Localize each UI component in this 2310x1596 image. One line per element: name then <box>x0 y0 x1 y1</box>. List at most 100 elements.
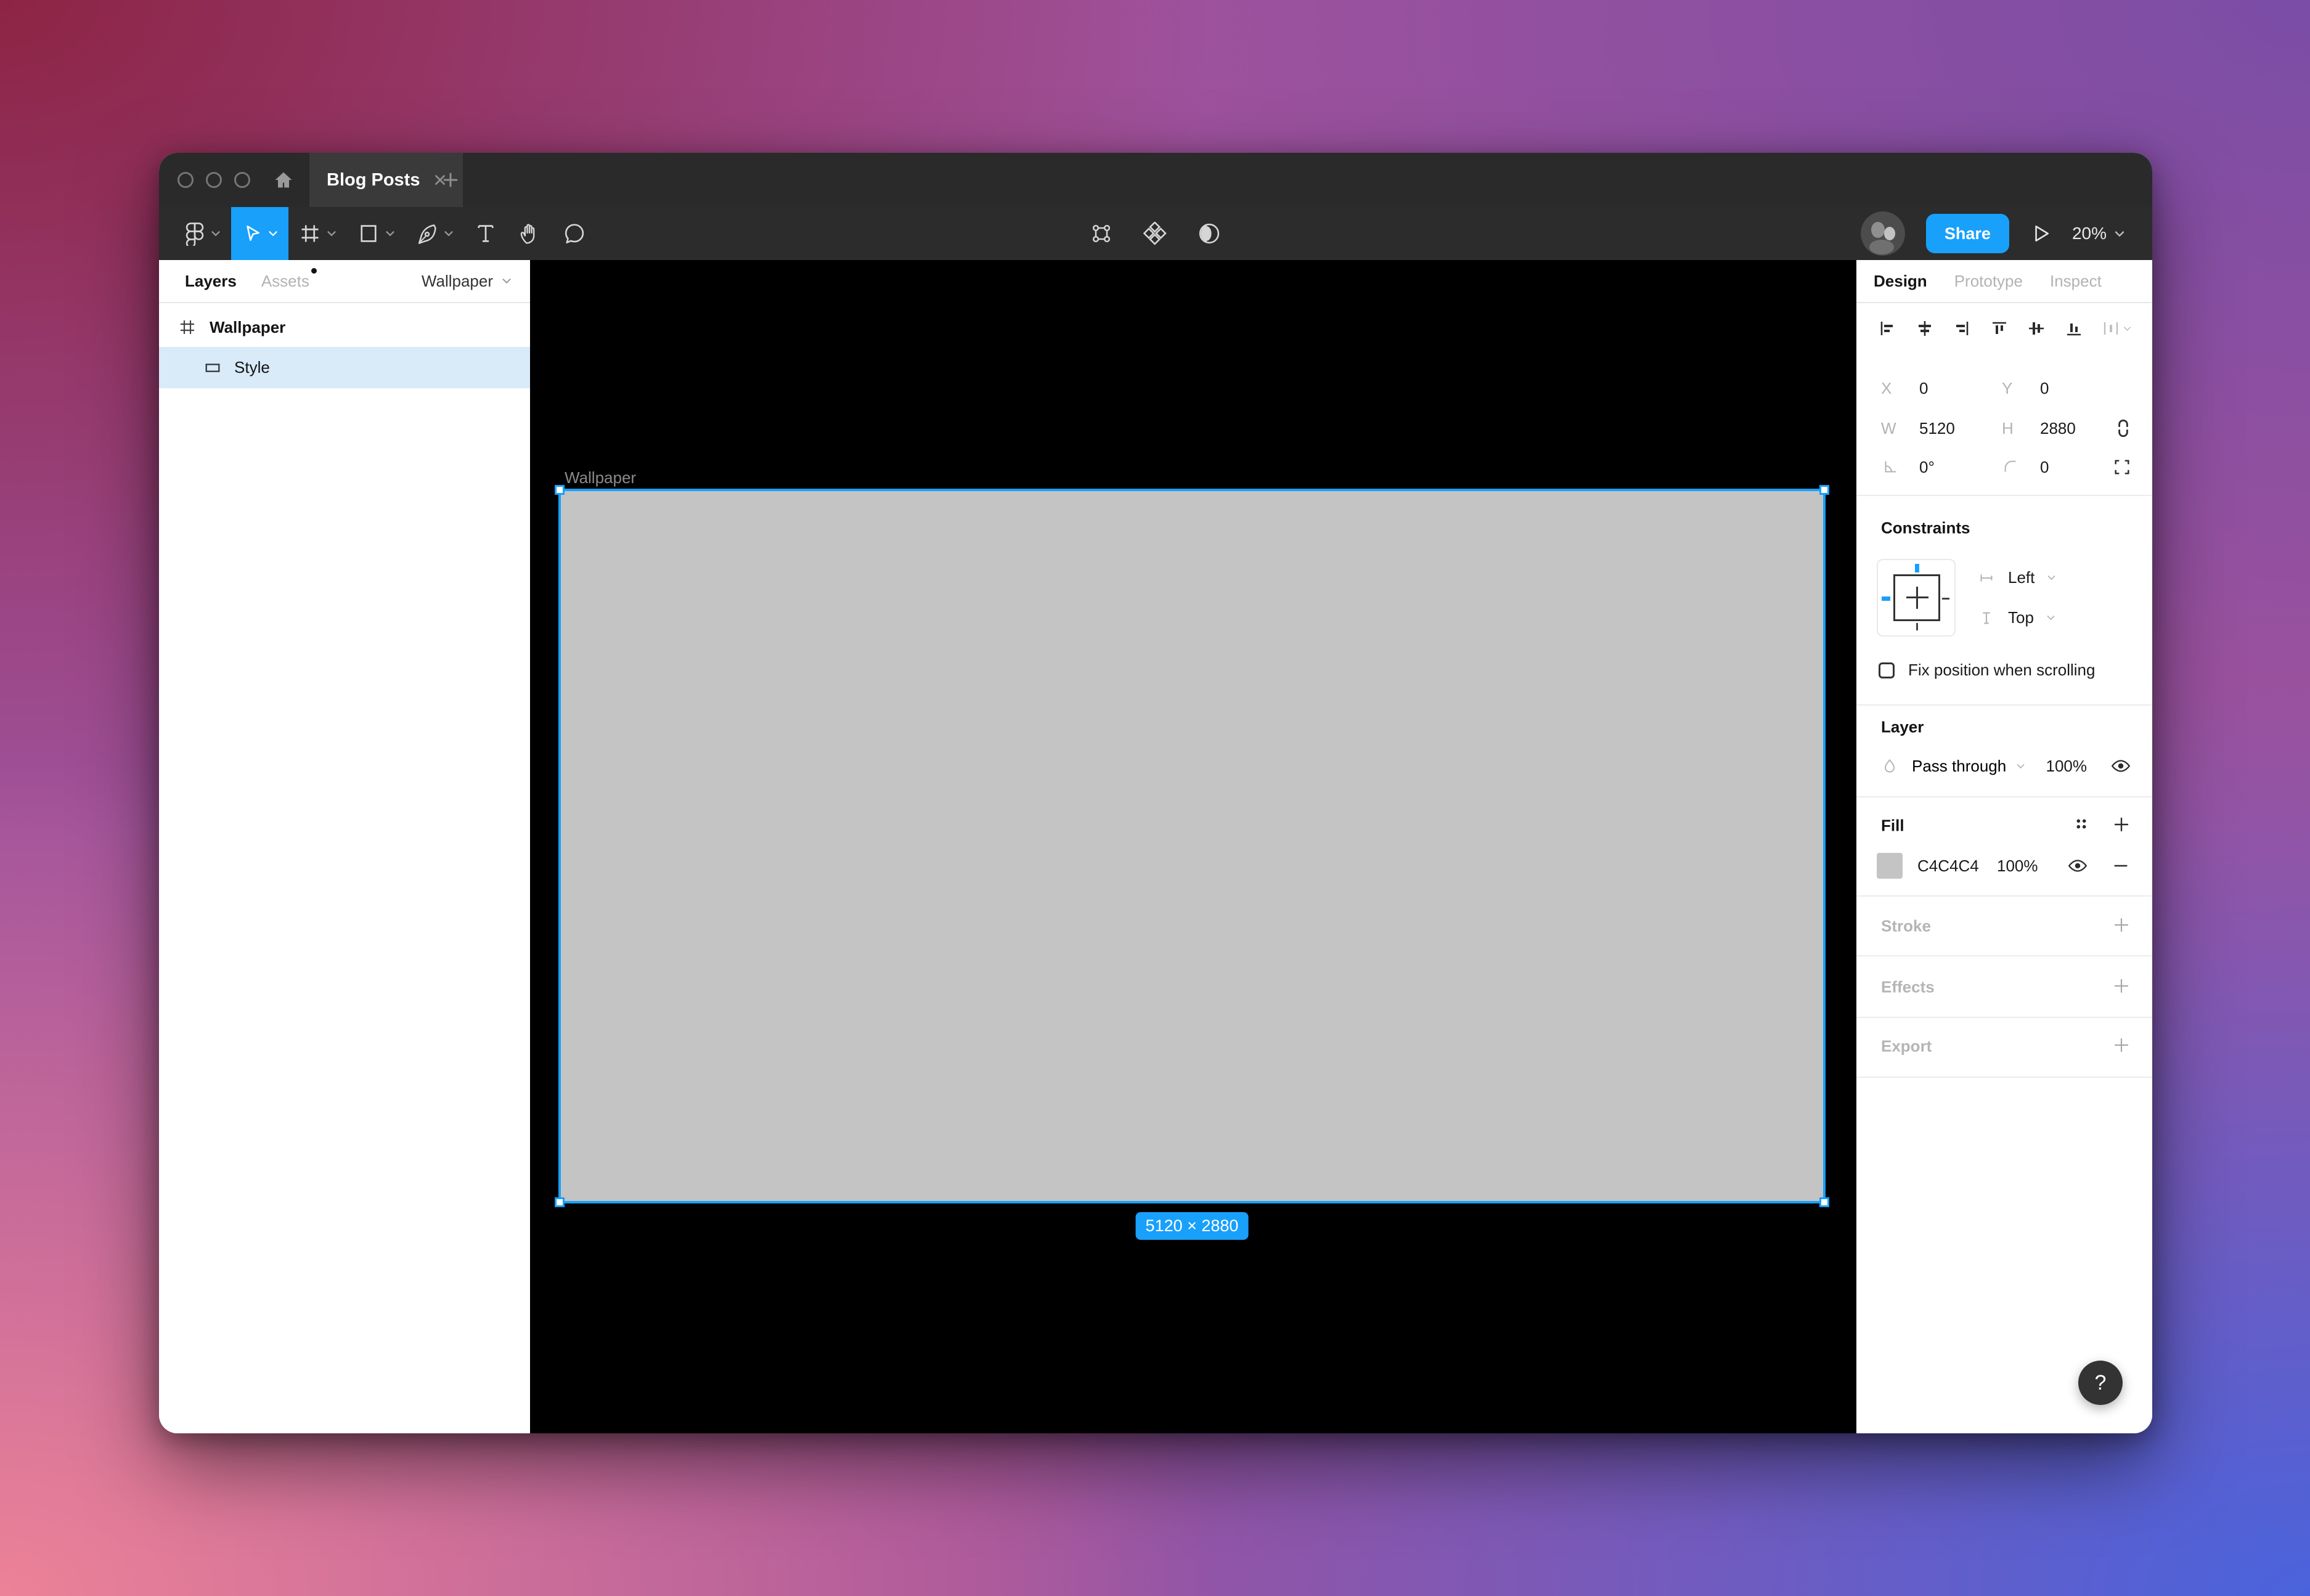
tab-prototype[interactable]: Prototype <box>1954 272 2023 291</box>
shape-tool-button[interactable] <box>347 207 406 260</box>
canvas[interactable]: Wallpaper 5120 × 2880 <box>530 260 1856 1433</box>
x-label: X <box>1881 379 1908 398</box>
pen-tool-button[interactable] <box>406 207 464 260</box>
y-input[interactable]: 0 <box>2040 379 2049 398</box>
frame-tool-button[interactable] <box>288 207 347 260</box>
fill-row: C4C4C4 100% <box>1856 850 2152 882</box>
h-label: H <box>2002 419 2029 438</box>
chevron-down-icon <box>2114 230 2125 237</box>
constraint-bottom[interactable] <box>1916 623 1918 630</box>
add-stroke-button[interactable] <box>2112 915 2131 935</box>
layer-visibility-eye-icon[interactable] <box>2110 755 2131 776</box>
independent-corners-icon[interactable] <box>2113 458 2131 476</box>
align-bottom-icon[interactable] <box>2064 319 2084 338</box>
share-button[interactable]: Share <box>1926 214 2009 253</box>
main-menu-button[interactable] <box>174 207 231 260</box>
fill-visibility-eye-icon[interactable] <box>2067 855 2088 876</box>
selected-frame[interactable] <box>561 491 1823 1201</box>
fill-color-swatch[interactable] <box>1877 853 1903 879</box>
chevron-down-icon <box>502 278 512 284</box>
constraint-right[interactable] <box>1942 598 1949 600</box>
fill-hex-input[interactable]: C4C4C4 <box>1917 857 1979 876</box>
vertical-constraint-value: Top <box>2008 608 2034 627</box>
pen-tool-icon <box>416 222 438 245</box>
fill-opacity-input[interactable]: 100% <box>1997 857 2038 876</box>
zoom-window-button[interactable] <box>234 172 250 188</box>
add-effect-button[interactable] <box>2112 976 2131 996</box>
help-button[interactable]: ? <box>2078 1361 2123 1405</box>
constrain-proportions-icon[interactable] <box>2115 418 2131 438</box>
blend-mode-select[interactable]: Pass through <box>1912 757 2025 776</box>
blend-mode-icon <box>1881 757 1898 775</box>
rotation-input[interactable]: 0° <box>1919 458 1935 477</box>
fill-styles-icon[interactable] <box>2072 815 2091 833</box>
vertical-constraint-select[interactable]: Top <box>1977 608 2055 627</box>
align-vertical-center-icon[interactable] <box>2026 319 2046 338</box>
layer-blend-row: Pass through 100% <box>1856 750 2152 782</box>
close-window-button[interactable] <box>178 172 194 188</box>
create-component-icon[interactable] <box>1143 222 1167 245</box>
horizontal-constraint-select[interactable]: Left <box>1977 568 2056 587</box>
home-button[interactable] <box>265 153 302 207</box>
present-button[interactable] <box>2030 223 2051 244</box>
tab-layers[interactable]: Layers <box>185 272 237 291</box>
divider <box>1856 895 2152 897</box>
align-right-icon[interactable] <box>1952 319 1972 338</box>
selection-handle-bottom-right[interactable] <box>1819 1197 1829 1207</box>
page-name: Wallpaper <box>422 272 493 291</box>
text-tool-button[interactable] <box>464 207 507 260</box>
size-row: W 5120 H 2880 <box>1856 412 2152 444</box>
tab-assets[interactable]: Assets <box>261 272 309 291</box>
frame-tool-icon <box>299 222 321 245</box>
layer-row-wallpaper[interactable]: Wallpaper <box>159 307 530 347</box>
zoom-control[interactable]: 20% <box>2072 224 2125 243</box>
tab-inspect[interactable]: Inspect <box>2050 272 2102 291</box>
tab-design[interactable]: Design <box>1874 272 1927 291</box>
height-input[interactable]: 2880 <box>2040 419 2076 438</box>
tab-title: Blog Posts <box>327 170 420 190</box>
minimize-window-button[interactable] <box>206 172 222 188</box>
frame-icon <box>178 317 197 337</box>
export-section-title: Export <box>1881 1037 1932 1056</box>
layer-name: Wallpaper <box>210 318 285 337</box>
page-selector[interactable]: Wallpaper <box>422 272 512 291</box>
toolbar-right: Share 20% <box>1861 207 2125 260</box>
selection-handle-top-right[interactable] <box>1819 485 1829 495</box>
align-left-icon[interactable] <box>1877 319 1897 338</box>
distribute-menu-icon[interactable] <box>2101 319 2131 338</box>
align-top-icon[interactable] <box>1990 319 2009 338</box>
hand-tool-button[interactable] <box>507 207 552 260</box>
new-tab-button[interactable] <box>429 153 472 207</box>
selection-size-badge: 5120 × 2880 <box>1136 1212 1249 1240</box>
remove-fill-button[interactable] <box>2112 857 2130 875</box>
move-tool-button[interactable] <box>231 207 288 260</box>
selection-handle-top-left[interactable] <box>555 485 565 495</box>
constraints-widget[interactable] <box>1877 559 1956 637</box>
x-input[interactable]: 0 <box>1919 379 1928 398</box>
effects-section-title: Effects <box>1881 978 1935 997</box>
add-fill-button[interactable] <box>2112 815 2131 834</box>
layer-opacity-input[interactable]: 100% <box>2046 757 2088 776</box>
add-export-button[interactable] <box>2112 1035 2131 1055</box>
layer-row-style[interactable]: Style <box>159 347 530 388</box>
divider <box>1856 704 2152 706</box>
fix-position-label: Fix position when scrolling <box>1908 661 2095 680</box>
selection-handle-bottom-left[interactable] <box>555 1197 565 1207</box>
fix-position-checkbox[interactable] <box>1879 662 1895 678</box>
constraint-left-active[interactable] <box>1882 596 1890 601</box>
titlebar: Blog Posts <box>159 153 2152 207</box>
mask-icon[interactable] <box>1198 222 1221 245</box>
corner-radius-input[interactable]: 0 <box>2040 458 2049 477</box>
fill-section-title: Fill <box>1881 816 1904 836</box>
user-avatar[interactable] <box>1861 211 1905 256</box>
canvas-frame-label[interactable]: Wallpaper <box>565 468 636 487</box>
y-label: Y <box>2002 379 2029 398</box>
comment-tool-button[interactable] <box>552 207 596 260</box>
constraint-top-active[interactable] <box>1915 564 1919 572</box>
edit-object-icon[interactable] <box>1090 222 1112 245</box>
chevron-down-icon <box>2046 615 2055 621</box>
width-input[interactable]: 5120 <box>1919 419 1955 438</box>
traffic-lights <box>178 153 250 207</box>
plus-icon <box>441 171 460 189</box>
align-horizontal-center-icon[interactable] <box>1915 319 1935 338</box>
